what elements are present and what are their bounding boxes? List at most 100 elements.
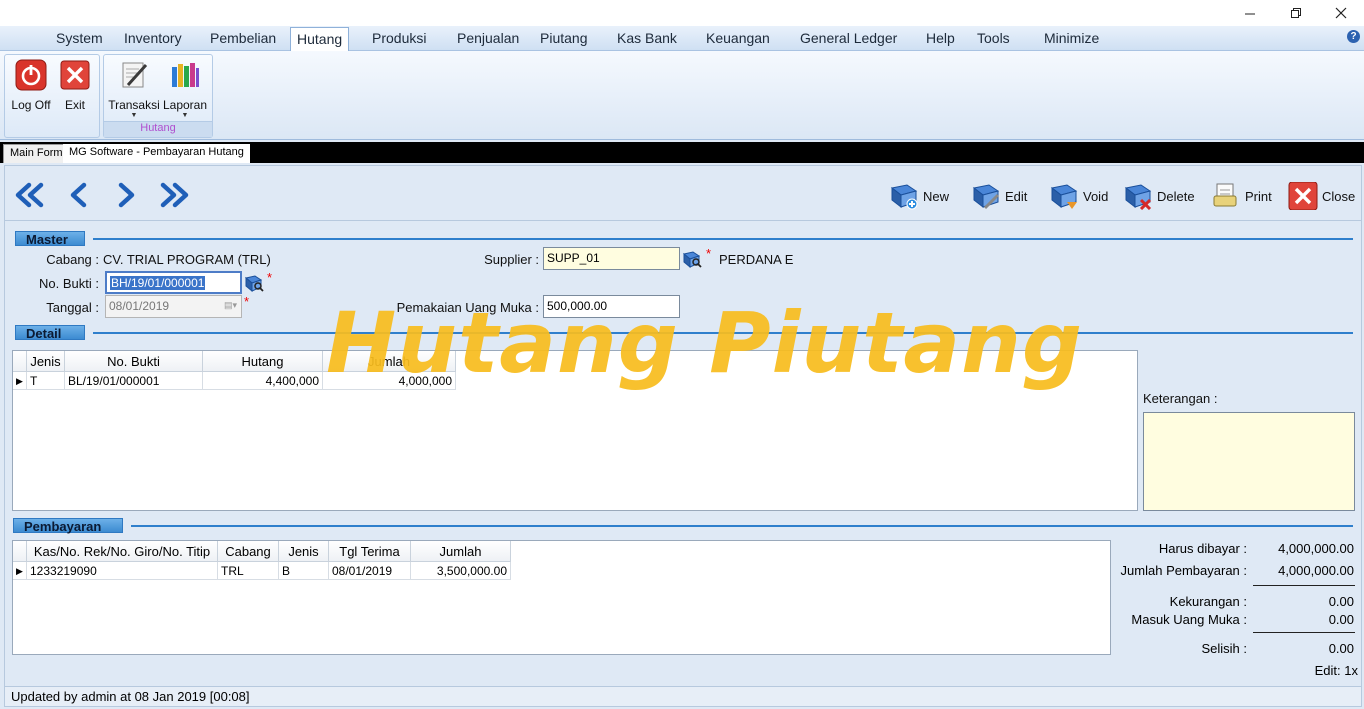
col-nobukti[interactable]: No. Bukti bbox=[65, 351, 203, 372]
uangmuka-input[interactable]: 500,000.00 bbox=[543, 295, 680, 318]
cell-jenis[interactable]: T bbox=[27, 372, 65, 390]
kekurangan-label: Kekurangan : bbox=[1169, 594, 1247, 609]
menu-keuangan[interactable]: Keuangan bbox=[706, 30, 770, 46]
print-button[interactable]: Print bbox=[1211, 181, 1272, 211]
harus-dibayar-value: 4,000,000.00 bbox=[1278, 541, 1354, 556]
close-label: Close bbox=[1322, 188, 1356, 204]
previous-record-icon[interactable] bbox=[63, 180, 97, 210]
laporan-button[interactable]: Laporan ▼ bbox=[162, 59, 208, 120]
delete-button[interactable]: Delete bbox=[1123, 181, 1195, 211]
void-button[interactable]: Void bbox=[1049, 181, 1108, 211]
edit-button[interactable]: Edit bbox=[971, 181, 1027, 211]
col-jenis[interactable]: Jenis bbox=[279, 541, 329, 562]
pembayaran-grid[interactable]: Kas/No. Rek/No. Giro/No. Titip Cabang Je… bbox=[12, 540, 1111, 655]
menu-minimize[interactable]: Minimize bbox=[1044, 30, 1099, 46]
book-void-icon bbox=[1050, 184, 1078, 209]
menu-hutang[interactable]: Hutang bbox=[290, 27, 350, 52]
col-hutang[interactable]: Hutang bbox=[203, 351, 323, 372]
col-jenis[interactable]: Jenis bbox=[27, 351, 65, 372]
jumlah-pembayaran-value: 4,000,000.00 bbox=[1278, 563, 1354, 578]
selisih-label: Selisih : bbox=[1201, 641, 1247, 656]
table-row[interactable]: ▶ 1233219090 TRL B 08/01/2019 3,500,000.… bbox=[13, 562, 511, 580]
nobukti-input[interactable]: BH/19/01/000001 bbox=[105, 271, 242, 294]
first-record-icon[interactable] bbox=[13, 180, 47, 210]
void-label: Void bbox=[1083, 188, 1109, 204]
keterangan-textarea[interactable] bbox=[1143, 412, 1355, 511]
col-jumlah[interactable]: Jumlah bbox=[323, 351, 456, 372]
ribbon-group-caption: Hutang bbox=[104, 121, 212, 137]
close-window-button[interactable] bbox=[1318, 0, 1364, 26]
tab-pembayaran-hutang[interactable]: MG Software - Pembayaran Hutang bbox=[63, 144, 250, 163]
menu-tools[interactable]: Tools bbox=[977, 30, 1010, 46]
detail-grid[interactable]: Jenis No. Bukti Hutang Jumlah ▶ T BL/19/… bbox=[12, 350, 1138, 511]
menu-kas-bank[interactable]: Kas Bank bbox=[617, 30, 677, 46]
cell-jenis[interactable]: B bbox=[279, 562, 329, 580]
kekurangan-value: 0.00 bbox=[1328, 594, 1354, 609]
logoff-label: Log Off bbox=[11, 98, 51, 112]
restore-button[interactable] bbox=[1273, 0, 1319, 26]
menu-help[interactable]: Help bbox=[926, 30, 955, 46]
tab-main-form[interactable]: Main Form bbox=[3, 144, 70, 163]
cell-nobukti[interactable]: BL/19/01/000001 bbox=[65, 372, 203, 390]
close-button[interactable]: Close bbox=[1288, 181, 1355, 211]
power-icon bbox=[15, 59, 47, 91]
cell-tgl-terima[interactable]: 08/01/2019 bbox=[329, 562, 411, 580]
menu-piutang[interactable]: Piutang bbox=[540, 30, 587, 46]
ribbon-group-hutang: Transaksi ▼ Laporan ▼ Hutang bbox=[103, 54, 213, 138]
supplier-input[interactable]: SUPP_01 bbox=[543, 247, 680, 270]
help-icon[interactable]: ? bbox=[1347, 30, 1360, 43]
table-row[interactable]: ▶ T BL/19/01/000001 4,400,000 4,000,000 bbox=[13, 372, 456, 390]
section-master: Master bbox=[15, 231, 85, 247]
required-mark: * bbox=[267, 270, 273, 285]
chevron-down-icon: ▼ bbox=[181, 112, 189, 119]
nobukti-value: BH/19/01/000001 bbox=[110, 276, 206, 290]
exit-label: Exit bbox=[64, 98, 85, 112]
ribbon-group-session: Log Off Exit bbox=[4, 54, 100, 138]
menu-system[interactable]: System bbox=[56, 30, 103, 46]
cell-jumlah[interactable]: 3,500,000.00 bbox=[411, 562, 511, 580]
cell-kas[interactable]: 1233219090 bbox=[27, 562, 218, 580]
last-record-icon[interactable] bbox=[157, 180, 191, 210]
nobukti-label: No. Bukti : bbox=[39, 276, 99, 291]
jumlah-pembayaran-label: Jumlah Pembayaran : bbox=[1120, 563, 1247, 578]
exit-button[interactable]: Exit bbox=[57, 59, 93, 112]
edit-label: Edit bbox=[1005, 188, 1028, 204]
cell-cabang[interactable]: TRL bbox=[218, 562, 279, 580]
menu-pembelian[interactable]: Pembelian bbox=[210, 30, 276, 46]
menu-produksi[interactable]: Produksi bbox=[372, 30, 426, 46]
menu-penjualan[interactable]: Penjualan bbox=[457, 30, 519, 46]
cell-hutang[interactable]: 4,400,000 bbox=[203, 372, 323, 390]
ribbon: Log Off Exit Transaksi ▼ Laporan ▼ Hutan… bbox=[0, 51, 1364, 140]
lookup-icon[interactable] bbox=[682, 250, 702, 268]
print-icon bbox=[1213, 183, 1237, 207]
masuk-uang-muka-value: 0.00 bbox=[1328, 612, 1354, 627]
next-record-icon[interactable] bbox=[109, 180, 143, 210]
supplier-name: PERDANA E bbox=[719, 252, 794, 267]
section-master-line bbox=[93, 238, 1353, 240]
menu-general-ledger[interactable]: General Ledger bbox=[800, 30, 897, 46]
books-icon bbox=[172, 63, 199, 87]
tanggal-input[interactable]: 08/01/2019 ▤▾ bbox=[105, 295, 242, 318]
minimize-button[interactable] bbox=[1227, 0, 1273, 26]
pembayaran-hutang-form: New Edit Void Delete Print Close Master … bbox=[4, 165, 1362, 689]
row-indicator-icon: ▶ bbox=[13, 372, 27, 389]
form-toolbar: New Edit Void Delete Print Close bbox=[5, 166, 1361, 221]
supplier-label: Supplier : bbox=[484, 252, 539, 267]
summary-divider bbox=[1253, 585, 1355, 586]
delete-label: Delete bbox=[1157, 188, 1195, 204]
logoff-button[interactable]: Log Off bbox=[9, 59, 53, 112]
col-jumlah[interactable]: Jumlah bbox=[411, 541, 511, 562]
cell-jumlah[interactable]: 4,000,000 bbox=[323, 372, 456, 390]
new-button[interactable]: New bbox=[889, 181, 949, 211]
col-cabang[interactable]: Cabang bbox=[218, 541, 279, 562]
menu-inventory[interactable]: Inventory bbox=[124, 30, 182, 46]
transaksi-button[interactable]: Transaksi ▼ bbox=[108, 59, 160, 120]
lookup-icon[interactable] bbox=[244, 274, 264, 292]
calendar-dropdown-icon[interactable]: ▤▾ bbox=[224, 300, 237, 311]
col-tgl-terima[interactable]: Tgl Terima bbox=[329, 541, 411, 562]
col-kas[interactable]: Kas/No. Rek/No. Giro/No. Titip bbox=[27, 541, 218, 562]
restore-icon bbox=[1290, 7, 1301, 18]
section-detail: Detail bbox=[15, 325, 85, 341]
keterangan-label: Keterangan : bbox=[1143, 391, 1218, 406]
harus-dibayar-label: Harus dibayar : bbox=[1158, 541, 1247, 556]
